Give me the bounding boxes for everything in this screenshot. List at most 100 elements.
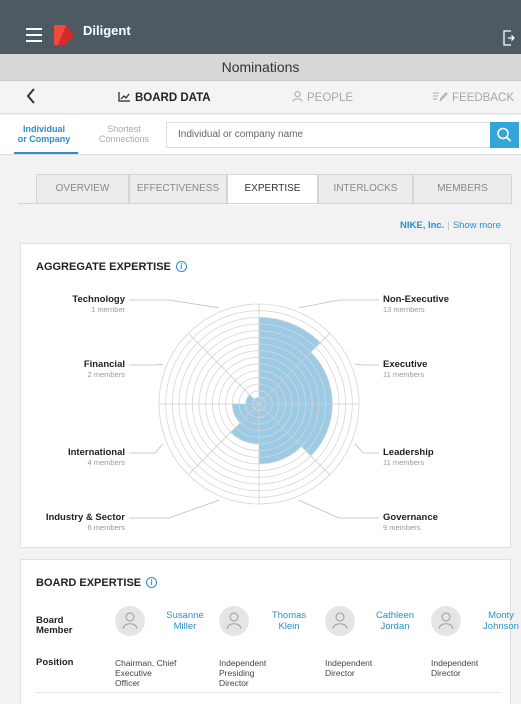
position-row-label: Position xyxy=(36,657,74,668)
position-line: Chairman, Chief xyxy=(115,658,177,668)
expertise-member-count: 9 members xyxy=(383,523,421,532)
radar-leader-line xyxy=(129,299,220,309)
position-line: Director xyxy=(219,678,249,688)
member-name[interactable]: Thomas Klein xyxy=(259,610,319,632)
position-line: Executive xyxy=(115,668,152,678)
avatar-placeholder-icon xyxy=(325,606,355,636)
tab-expertise[interactable]: EXPERTISE xyxy=(227,174,318,205)
board-member-label-line2: Member xyxy=(36,625,73,636)
expertise-member-count: 11 members xyxy=(383,370,425,379)
position-line: Independent xyxy=(431,658,479,668)
back-chevron-icon[interactable] xyxy=(26,87,36,110)
tab-overview[interactable]: OVERVIEW xyxy=(36,174,129,204)
company-name[interactable]: NIKE, Inc. xyxy=(400,220,444,231)
segment-shortest-line1: Shortest xyxy=(107,124,141,134)
show-more-link[interactable]: Show more xyxy=(453,220,501,231)
nav-board-data[interactable]: BOARD DATA xyxy=(118,91,211,104)
radar-leader-line xyxy=(298,299,379,309)
search-icon xyxy=(497,127,512,142)
search-input[interactable]: Individual or company name xyxy=(166,122,490,148)
member-last-name: Jordan xyxy=(380,621,410,632)
expertise-member-count: 4 members xyxy=(87,458,125,467)
expertise-member-count: 11 members xyxy=(383,458,425,467)
nav-people-label: PEOPLE xyxy=(307,92,354,104)
expertise-label: Non-Executive 13 members xyxy=(383,294,503,314)
expertise-member-count: 1 member xyxy=(91,305,125,314)
expertise-label: Financial 2 members xyxy=(5,359,125,379)
expertise-label: Leadership 11 members xyxy=(383,447,503,467)
aggregate-expertise-card: AGGREGATE EXPERTISE i Non-Executive 13 mem… xyxy=(20,243,511,548)
board-member-row-label: Board Member xyxy=(36,616,72,636)
info-icon[interactable]: i xyxy=(146,577,158,588)
member-first-name: Monty xyxy=(488,610,514,621)
expertise-label: International 4 members xyxy=(5,447,125,467)
member-name[interactable]: Susanne Miller xyxy=(155,610,215,632)
board-expertise-card: BOARD EXPERTISE i Board Member Position S… xyxy=(20,559,519,704)
brand-name: Diligent xyxy=(83,23,131,38)
chart-line-icon xyxy=(118,92,130,102)
expertise-label: Technology 1 member xyxy=(5,294,125,314)
expertise-name: Technology xyxy=(72,294,125,305)
member-name[interactable]: Cathleen Jordan xyxy=(365,610,425,632)
expertise-name: Governance xyxy=(383,512,438,523)
expertise-name: Financial xyxy=(83,359,125,370)
expertise-member-count: 2 members xyxy=(87,370,125,379)
feedback-pencil-icon xyxy=(433,92,448,102)
board-expertise-heading: BOARD EXPERTISE xyxy=(36,577,142,589)
expertise-label: Industry & Sector 6 members xyxy=(5,512,125,532)
avatar-placeholder-icon xyxy=(115,606,145,636)
radar-leader-line xyxy=(298,499,379,519)
member-last-name: Miller xyxy=(173,621,197,632)
member-position: Chairman, Chief Executive Officer xyxy=(115,658,195,688)
expertise-name: Industry & Sector xyxy=(45,512,125,523)
member-first-name: Susanne xyxy=(166,610,204,621)
member-name[interactable]: Monty Johnson xyxy=(471,610,521,632)
nav-feedback[interactable]: FEEDBACK xyxy=(432,91,514,104)
tab-members[interactable]: MEMBERS xyxy=(413,174,512,204)
expertise-label: Governance 9 members xyxy=(383,512,503,532)
member-last-name: Johnson xyxy=(483,621,519,632)
nav-people[interactable]: PEOPLE xyxy=(292,91,353,104)
member-position: Independent Director xyxy=(325,658,405,678)
expertise-member-count: 6 members xyxy=(87,523,125,532)
expertise-name: International xyxy=(67,447,125,458)
position-line: Director xyxy=(325,668,355,678)
radar-leader-line xyxy=(354,443,379,454)
segment-shortest-connections[interactable]: Shortest Connections xyxy=(90,124,158,144)
segment-individual-line2: or Company xyxy=(17,134,71,144)
expertise-radar-chart xyxy=(129,299,379,519)
detail-tabs: OVERVIEW EFFECTIVENESS EXPERTISE INTERLO… xyxy=(36,174,512,205)
radar-leader-line xyxy=(129,499,220,519)
diligent-logo-icon xyxy=(54,25,74,45)
position-line: Director xyxy=(431,668,461,678)
segment-individual-company[interactable]: Individual or Company xyxy=(16,124,72,144)
radar-leader-line xyxy=(129,363,163,366)
member-last-name: Klein xyxy=(278,621,300,632)
company-selector: NIKE, Inc. | Show more xyxy=(400,220,501,231)
section-nav: BOARD DATA PEOPLE FEEDBACK xyxy=(0,81,521,114)
search-button[interactable] xyxy=(490,122,519,148)
avatar-placeholder-icon xyxy=(219,606,249,636)
tabs-baseline xyxy=(18,203,513,204)
position-line: Presiding xyxy=(219,668,255,678)
nav-feedback-label: FEEDBACK xyxy=(452,92,514,104)
tab-interlocks[interactable]: INTERLOCKS xyxy=(318,174,413,204)
member-position: Independent Presiding Director xyxy=(219,658,299,688)
avatar-placeholder-icon xyxy=(431,606,461,636)
logout-icon[interactable] xyxy=(503,30,515,46)
radar-leader-line xyxy=(129,443,164,454)
expertise-name: Leadership xyxy=(383,447,434,458)
menu-icon[interactable] xyxy=(26,28,42,42)
nav-board-data-label: BOARD DATA xyxy=(135,92,211,104)
tab-effectiveness[interactable]: EFFECTIVENESS xyxy=(129,174,227,204)
expertise-member-count: 13 members xyxy=(383,305,425,314)
segment-active-underline xyxy=(14,152,78,154)
position-line: Officer xyxy=(115,678,140,688)
app-top-bar: Diligent xyxy=(0,0,521,54)
expertise-name: Non-Executive xyxy=(383,294,449,305)
radar-spoke xyxy=(188,333,260,405)
expertise-label: Executive 11 members xyxy=(383,359,503,379)
segment-shortest-line2: Connections xyxy=(98,134,150,144)
member-position: Independent Director xyxy=(431,658,511,678)
radar-leader-line xyxy=(355,363,379,366)
